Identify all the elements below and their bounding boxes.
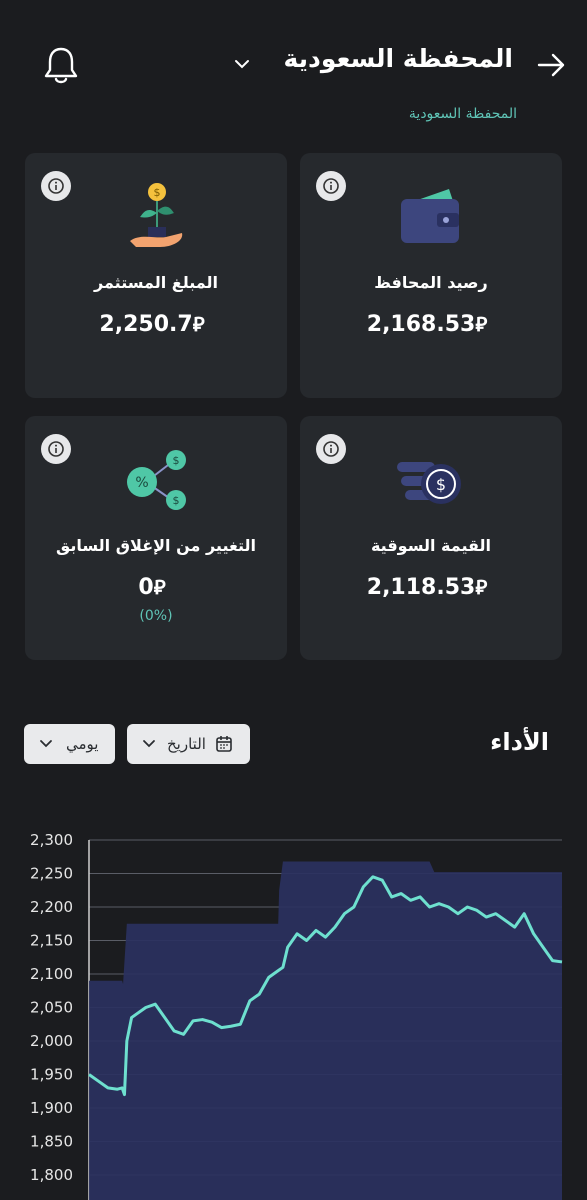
money-plant-icon: $ xyxy=(116,181,196,251)
wallet-icon xyxy=(391,181,471,251)
info-icon[interactable] xyxy=(41,171,71,201)
bell-icon[interactable] xyxy=(42,44,80,86)
riyal-symbol: ⃁ xyxy=(153,575,166,599)
y-tick-label: 2,150 xyxy=(30,932,73,950)
svg-text:$: $ xyxy=(173,494,180,507)
change-amount: 0 xyxy=(138,575,154,600)
page-title: المحفظة السعودية xyxy=(283,44,513,73)
y-tick-label: 1,800 xyxy=(30,1166,73,1184)
invested-area xyxy=(89,861,562,1200)
riyal-symbol: ⃁ xyxy=(192,312,205,336)
period-select[interactable]: يومي xyxy=(24,724,115,764)
balance-value: 2,168.53⃁ xyxy=(300,311,562,337)
invested-label: المبلغ المستثمر xyxy=(93,273,219,292)
svg-text:$: $ xyxy=(154,186,161,199)
date-filter-label: التاريخ xyxy=(167,735,206,753)
performance-title: الأداء xyxy=(490,728,549,756)
y-tick-label: 1,850 xyxy=(30,1133,73,1151)
percent-network-icon: % $ $ xyxy=(116,444,196,514)
y-tick-label: 1,900 xyxy=(30,1099,73,1117)
market-label: القيمة السوقية xyxy=(370,536,492,555)
coin-stack-icon: $ xyxy=(391,444,471,514)
riyal-symbol: ⃁ xyxy=(475,312,488,336)
chevron-down-icon[interactable] xyxy=(232,54,252,74)
y-tick-label: 2,300 xyxy=(30,831,73,849)
change-value: 0⃁ xyxy=(25,574,287,600)
chevron-down-icon xyxy=(40,740,52,748)
chevron-down-icon xyxy=(143,740,155,748)
svg-text:%: % xyxy=(135,475,148,491)
y-tick-label: 1,950 xyxy=(30,1066,73,1084)
info-icon[interactable] xyxy=(316,434,346,464)
change-from-close-card: % $ $ التغيير من الإغلاق السابق 0⃁ (0%) xyxy=(25,416,287,660)
riyal-symbol: ⃁ xyxy=(475,575,488,599)
balance-amount: 2,168.53 xyxy=(366,312,476,337)
change-percent: (0%) xyxy=(139,608,173,624)
y-tick-label: 2,000 xyxy=(30,1032,73,1050)
invested-amount-card: $ المبلغ المستثمر 2,250.7⃁ xyxy=(25,153,287,398)
info-icon[interactable] xyxy=(41,434,71,464)
back-arrow-icon[interactable] xyxy=(534,48,568,82)
y-tick-label: 2,050 xyxy=(30,999,73,1017)
svg-text:$: $ xyxy=(436,475,446,494)
invested-value: 2,250.7⃁ xyxy=(25,311,287,337)
calendar-icon xyxy=(216,736,232,752)
period-label: يومي xyxy=(66,735,99,753)
performance-chart: 2,300 2,250 2,200 2,150 2,100 2,050 2,000 1,950… xyxy=(30,831,563,1200)
market-value: 2,118.53⃁ xyxy=(300,574,562,600)
market-value-card: $ القيمة السوقية 2,118.53⃁ xyxy=(300,416,562,660)
svg-text:$: $ xyxy=(173,454,180,467)
y-tick-label: 2,200 xyxy=(30,898,73,916)
y-tick-label: 2,100 xyxy=(30,965,73,983)
wallet-balance-card: رصيد المحافظ 2,168.53⃁ xyxy=(300,153,562,398)
invested-amount: 2,250.7 xyxy=(99,312,193,337)
y-tick-label: 2,250 xyxy=(30,865,73,883)
portfolio-subtitle: المحفظة السعودية xyxy=(408,106,517,122)
change-label: التغيير من الإغلاق السابق xyxy=(55,536,257,555)
info-icon[interactable] xyxy=(316,171,346,201)
date-filter-button[interactable]: التاريخ xyxy=(127,724,250,764)
balance-label: رصيد المحافظ xyxy=(374,273,488,292)
market-amount: 2,118.53 xyxy=(366,575,476,600)
